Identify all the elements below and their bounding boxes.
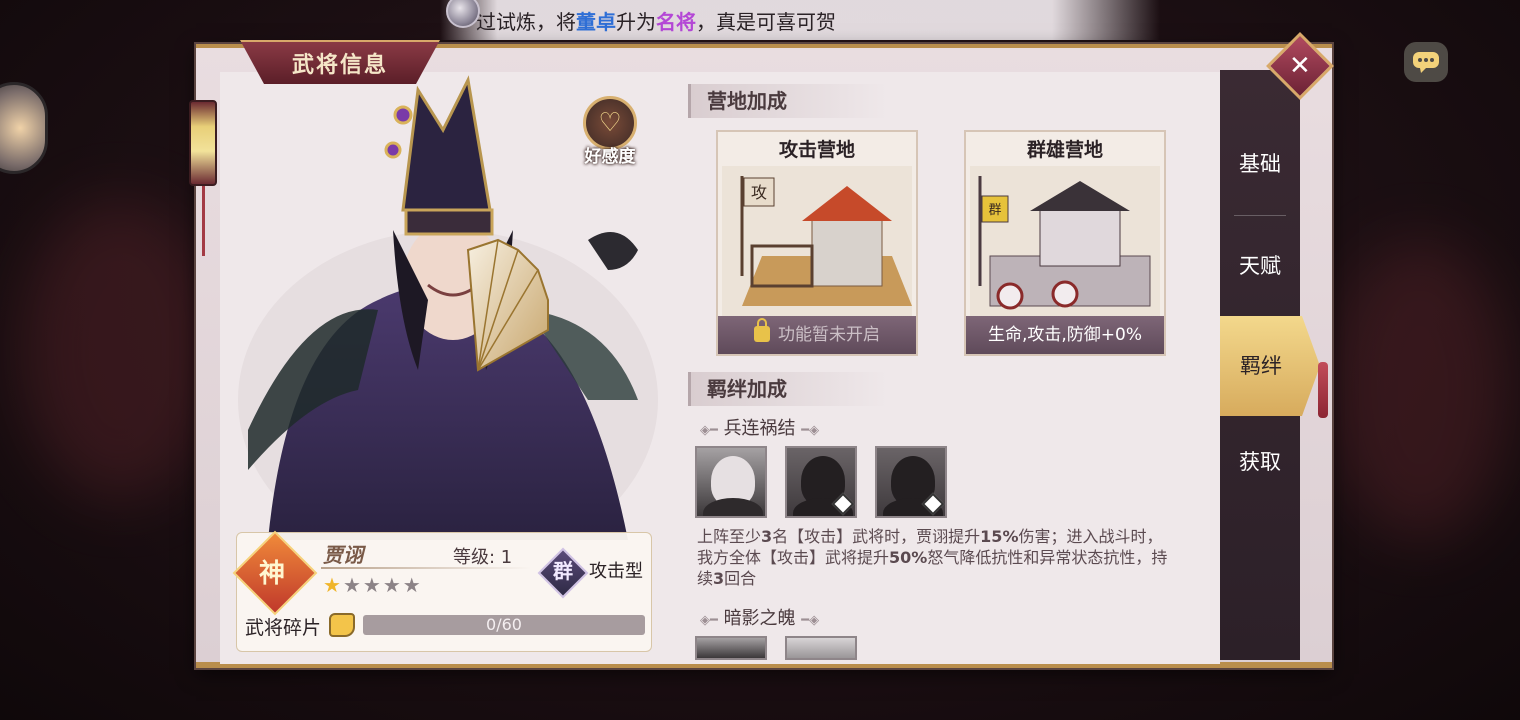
camp-card-status: 功能暂未开启: [778, 325, 880, 345]
camp-card-title: 群雄营地: [1026, 139, 1103, 161]
faction-banner-text: 群: [988, 203, 1001, 218]
bond-hero-avatar[interactable]: [785, 636, 857, 660]
shard-label: 武将碎片: [245, 617, 322, 639]
broadcast-text: 过试炼，将: [476, 9, 576, 34]
tab-talent[interactable]: 天赋: [1220, 216, 1300, 316]
background-glow: [20, 200, 220, 500]
background-glow: [1330, 240, 1510, 540]
section-header-bonds: 羁绊加成: [688, 372, 888, 406]
tab-basic[interactable]: 基础: [1220, 114, 1300, 214]
tab-bonds[interactable]: 羁绊: [1220, 316, 1320, 416]
bond-hero-avatar[interactable]: [785, 446, 857, 518]
broadcast-orb-icon: [446, 0, 480, 28]
affinity-button[interactable]: ♡ 好感度: [580, 96, 640, 167]
close-icon: ✕: [1289, 50, 1311, 81]
broadcast-marquee: 过试炼，将 董卓 升为 名将 ，真是可喜可贺: [440, 0, 1160, 40]
broadcast-text: ，真是可喜可贺: [696, 9, 836, 34]
tab-tassel-decoration: [1318, 362, 1328, 418]
attack-camp-illustration: 攻: [722, 166, 912, 316]
bond-description: 上阵至少3名【攻击】武将时，贾诩提升15%伤害；进入战斗时，我方全体【攻击】武将…: [697, 527, 1168, 588]
hero-name: 贾诩: [323, 543, 363, 567]
section-header-camp: 营地加成: [688, 84, 888, 118]
camp-card-faction[interactable]: 群雄营地 群 生命,攻击,防御+0%: [964, 130, 1166, 356]
lantern-tassel: [202, 186, 205, 256]
star-empty-icon: ★: [402, 573, 423, 597]
star-empty-icon: ★: [342, 573, 363, 597]
faction-text: 群: [553, 559, 573, 583]
section-title: 营地加成: [707, 89, 787, 113]
hero-type: 攻击型: [589, 561, 643, 582]
bond-title: ◈━ 兵连祸结 ━◈: [700, 418, 820, 439]
section-title: 羁绊加成: [707, 377, 787, 401]
broadcast-rank: 名将: [656, 9, 696, 34]
bond-name: 兵连祸结: [723, 418, 796, 439]
chat-icon: [1413, 52, 1439, 73]
affinity-label: 好感度: [584, 147, 636, 167]
rarity-badge-text: 神: [259, 559, 286, 589]
tab-obtain[interactable]: 获取: [1220, 412, 1300, 512]
bond-name: 暗影之魄: [723, 608, 796, 629]
camp-card-footer: 功能暂未开启: [718, 316, 916, 354]
bond-hero-avatar[interactable]: [875, 446, 947, 518]
bond-hero-avatar[interactable]: [695, 636, 767, 660]
attack-banner-text: 攻: [751, 183, 767, 202]
hero-info-card: 神 贾诩 等级: 1 ★★★★★ 群 攻击型 武将碎片 0/60: [232, 530, 652, 652]
star-rating: ★★★★★: [323, 573, 423, 597]
camp-card-title: 攻击营地: [778, 139, 855, 161]
camp-card-status: 生命,攻击,防御+0%: [966, 316, 1164, 354]
shard-progress-bar: 0/60: [363, 615, 645, 635]
hero-level: 等级: 1: [453, 547, 513, 568]
bond-hero-avatar[interactable]: [695, 446, 767, 518]
star-empty-icon: ★: [362, 573, 383, 597]
broadcast-hero-name: 董卓: [576, 9, 616, 34]
faction-camp-illustration: 群: [970, 166, 1160, 316]
star-filled-icon: ★: [323, 573, 343, 597]
lock-icon: [754, 318, 770, 342]
broadcast-text: 升为: [616, 9, 656, 34]
camp-card-attack[interactable]: 攻击营地 攻 功能暂未开启: [716, 130, 918, 356]
bond-title: ◈━ 暗影之魄 ━◈: [700, 608, 820, 629]
star-empty-icon: ★: [382, 573, 403, 597]
floating-menu-button[interactable]: [0, 82, 48, 174]
hero-body: [703, 498, 763, 516]
chat-button[interactable]: [1404, 42, 1448, 82]
shard-progress-text: 0/60: [486, 615, 522, 634]
lantern-decoration: [189, 100, 217, 186]
shard-icon[interactable]: [329, 613, 355, 637]
